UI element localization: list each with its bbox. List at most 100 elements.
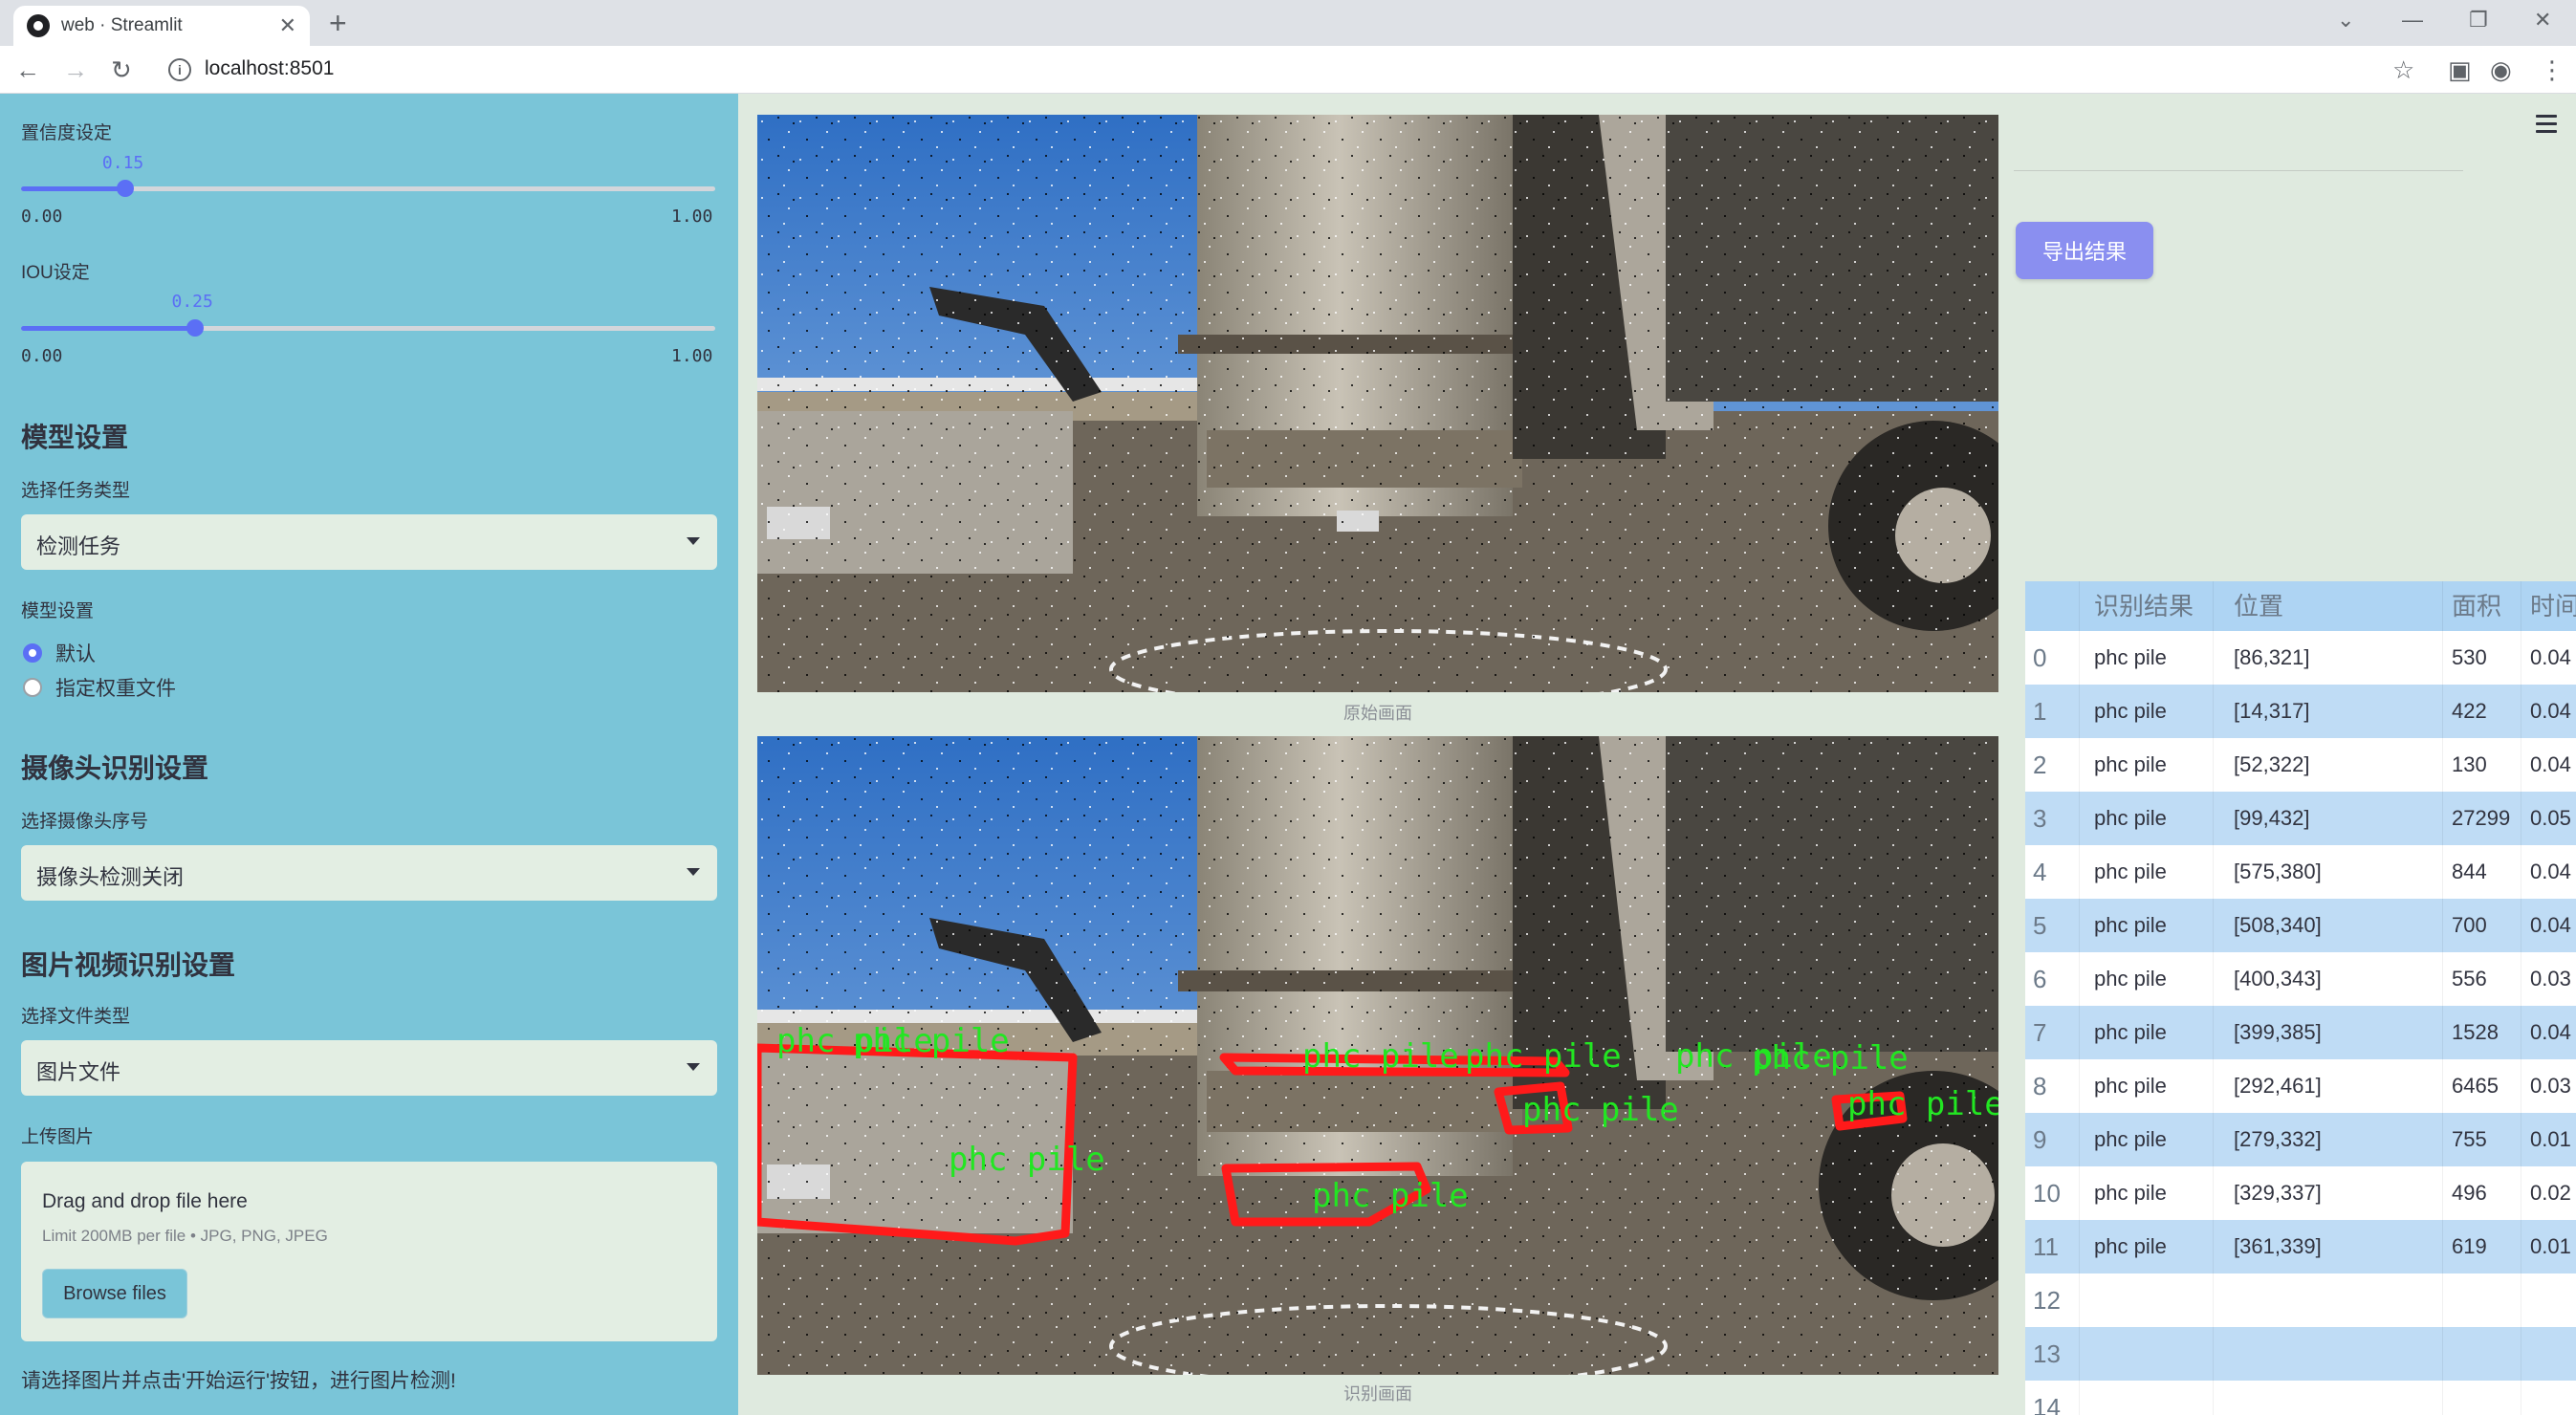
profile-icon[interactable]: ◉ — [2490, 55, 2512, 85]
table-row[interactable]: 11 phc pile [361,339] 619 0.01 — [2025, 1220, 2576, 1274]
restore-icon[interactable]: ❐ — [2469, 8, 2488, 33]
iou-label: IOU设定 — [21, 263, 90, 283]
row-area: 556 — [2452, 967, 2487, 990]
minimize-icon[interactable]: — — [2402, 8, 2423, 33]
table-row[interactable]: 14 — [2025, 1381, 2576, 1415]
row-position: [86,321] — [2234, 645, 2310, 669]
row-position: [329,337] — [2234, 1181, 2322, 1205]
detection-label: phc pile — [1312, 1177, 1469, 1215]
row-class: phc pile — [2094, 752, 2167, 776]
hamburger-menu-icon[interactable] — [2536, 115, 2557, 138]
detected-image-caption: 识别画面 — [1343, 1384, 1412, 1404]
table-row[interactable]: 7 phc pile [399,385] 1528 0.04 — [2025, 1006, 2576, 1059]
file-type-select[interactable]: 图片文件 — [21, 1040, 717, 1096]
row-position: [292,461] — [2234, 1074, 2322, 1098]
table-row[interactable]: 5 phc pile [508,340] 700 0.04 — [2025, 899, 2576, 952]
address-bar[interactable]: localhost:8501 — [205, 57, 334, 80]
confidence-slider-thumb[interactable] — [116, 180, 134, 197]
detection-label: phc pile — [1522, 1091, 1679, 1129]
table-row[interactable]: 12 — [2025, 1274, 2576, 1327]
header-position[interactable]: 位置 — [2213, 581, 2442, 631]
tab-close-icon[interactable]: ✕ — [279, 13, 296, 38]
iou-slider-fill — [21, 326, 195, 331]
row-time: 0.04 — [2530, 860, 2571, 883]
results-table[interactable]: 识别结果 位置 面积 时间 0 phc pile [86,321] 530 0.04 1 p… — [2025, 581, 2576, 1415]
confidence-slider-track[interactable] — [21, 180, 715, 197]
row-index: 10 — [2033, 1179, 2061, 1208]
window-close-icon[interactable]: ✕ — [2534, 8, 2551, 33]
detection-label: phc pile — [853, 1022, 1010, 1060]
export-results-button[interactable]: 导出结果 — [2016, 222, 2153, 279]
table-row[interactable]: 2 phc pile [52,322] 130 0.04 — [2025, 738, 2576, 792]
radio-default[interactable]: 默认 — [23, 639, 96, 667]
table-row[interactable]: 9 phc pile [279,332] 755 0.01 — [2025, 1113, 2576, 1166]
row-index: 6 — [2033, 965, 2047, 993]
row-area: 700 — [2452, 913, 2487, 937]
upload-dropzone-title: Drag and drop file here — [42, 1190, 248, 1212]
back-icon[interactable]: ← — [15, 55, 40, 84]
table-row[interactable]: 13 — [2025, 1327, 2576, 1381]
row-time: 0.05 — [2530, 806, 2571, 830]
row-time: 0.03 — [2530, 967, 2571, 990]
iou-slider-thumb[interactable] — [186, 319, 204, 337]
divider — [2014, 170, 2463, 171]
radio-custom-weights[interactable]: 指定权重文件 — [23, 673, 176, 702]
row-index: 13 — [2033, 1339, 2061, 1368]
row-class — [2079, 1381, 2213, 1415]
table-row[interactable]: 4 phc pile [575,380] 844 0.04 — [2025, 845, 2576, 899]
detection-label: phc pile — [1465, 1037, 1622, 1076]
media-settings-heading: 图片视频识别设置 — [21, 950, 236, 980]
row-time: 0.04 — [2530, 1020, 2571, 1044]
row-class: phc pile — [2094, 967, 2167, 990]
camera-index-select[interactable]: 摄像头检测关闭 — [21, 845, 717, 901]
file-uploader-dropzone[interactable]: Drag and drop file here Limit 200MB per … — [21, 1162, 717, 1341]
bookmark-star-icon[interactable]: ☆ — [2392, 55, 2414, 85]
task-type-select[interactable]: 检测任务 — [21, 514, 717, 570]
radio-checked-icon[interactable] — [23, 643, 42, 663]
radio-unchecked-icon[interactable] — [23, 678, 42, 697]
forward-icon[interactable]: → — [63, 55, 88, 84]
site-info-icon[interactable]: i — [168, 58, 191, 81]
chevron-down-icon — [687, 868, 700, 876]
table-row[interactable]: 10 phc pile [329,337] 496 0.02 — [2025, 1166, 2576, 1220]
table-row[interactable]: 6 phc pile [400,343] 556 0.03 — [2025, 952, 2576, 1006]
side-panel-icon[interactable]: ▣ — [2448, 55, 2472, 85]
iou-min: 0.00 — [21, 346, 63, 366]
row-index: 0 — [2033, 643, 2047, 672]
row-area: 619 — [2452, 1234, 2487, 1258]
header-area[interactable]: 面积 — [2442, 581, 2521, 631]
new-tab-icon[interactable]: + — [329, 6, 347, 40]
row-class: phc pile — [2094, 860, 2167, 883]
radio-default-label: 默认 — [55, 643, 96, 665]
more-menu-icon[interactable]: ⋮ — [2540, 55, 2565, 85]
chevron-down-icon[interactable]: ⌄ — [2337, 8, 2354, 33]
row-area — [2442, 1381, 2521, 1415]
sidebar: 置信度设定 0.15 0.00 1.00 IOU设定 0.25 0.00 1.0… — [0, 94, 738, 1415]
confidence-slider-fill — [21, 186, 125, 191]
row-time: 0.04 — [2530, 645, 2571, 669]
confidence-max: 1.00 — [671, 207, 713, 227]
header-time[interactable]: 时间 — [2521, 581, 2576, 631]
table-row[interactable]: 3 phc pile [99,432] 27299 0.05 — [2025, 792, 2576, 845]
row-area: 130 — [2452, 752, 2487, 776]
table-row[interactable]: 8 phc pile [292,461] 6465 0.03 — [2025, 1059, 2576, 1113]
table-row[interactable]: 1 phc pile [14,317] 422 0.04 — [2025, 685, 2576, 738]
upload-limit-text: Limit 200MB per file • JPG, PNG, JPEG — [42, 1227, 328, 1245]
browser-toolbar: ← → ↻ i localhost:8501 ☆ ▣ ◉ ⋮ — [0, 46, 2576, 94]
reload-icon[interactable]: ↻ — [111, 55, 132, 84]
row-time: 0.03 — [2530, 1074, 2571, 1098]
row-class: phc pile — [2094, 699, 2167, 723]
header-index — [2033, 581, 2075, 631]
file-type-value: 图片文件 — [36, 1060, 121, 1084]
row-index: 5 — [2033, 911, 2047, 940]
row-time: 0.04 — [2530, 913, 2571, 937]
browser-tab[interactable]: web · Streamlit ✕ — [13, 6, 310, 46]
header-class[interactable]: 识别结果 — [2079, 581, 2213, 631]
iou-slider-track[interactable] — [21, 319, 715, 337]
browse-files-button[interactable]: Browse files — [42, 1269, 187, 1318]
row-position: [361,339] — [2234, 1234, 2322, 1258]
row-class — [2079, 1274, 2213, 1327]
table-row[interactable]: 0 phc pile [86,321] 530 0.04 — [2025, 631, 2576, 685]
row-area — [2442, 1327, 2521, 1381]
row-class: phc pile — [2094, 1234, 2167, 1258]
